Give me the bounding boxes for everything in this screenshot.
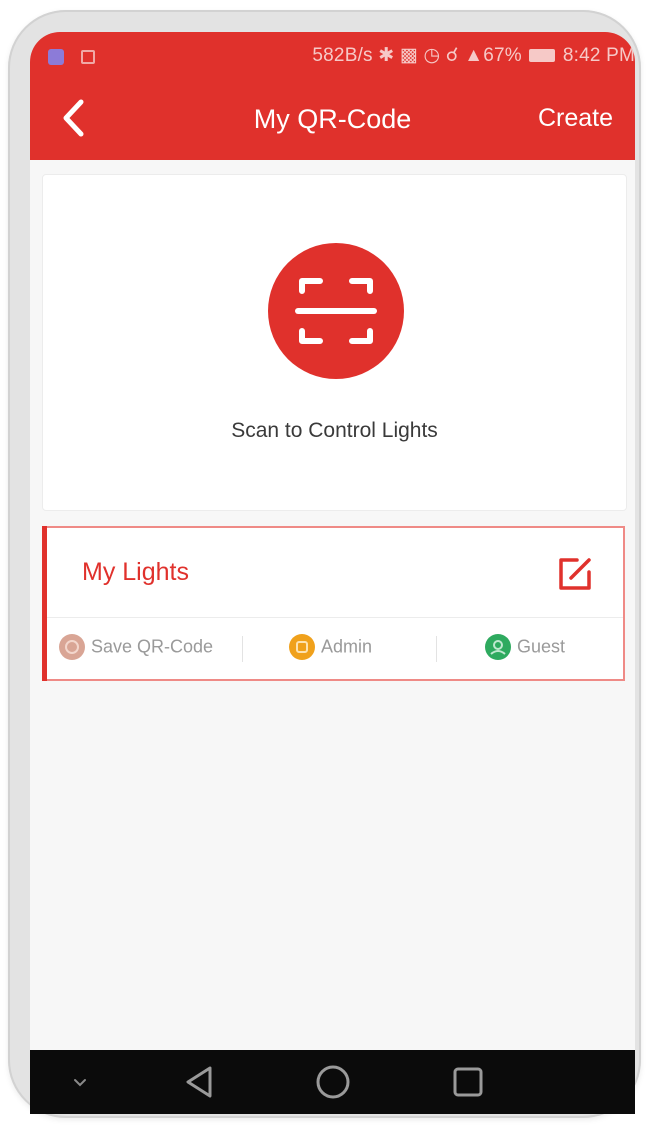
bluetooth-icon: ✱ [378, 45, 395, 66]
edit-button[interactable] [557, 556, 593, 592]
network-speed: 582B/s [312, 45, 373, 66]
scan-label: Scan to Control Lights [231, 419, 438, 442]
nav-home-button[interactable] [311, 1050, 355, 1114]
my-lights-card: My Lights Save QR-Code Admin Guest [42, 526, 625, 681]
status-bar: 582B/s ✱ ▩ ◷ ☌ ▲67% 8:42 PM [30, 32, 635, 82]
scan-card: Scan to Control Lights [42, 174, 627, 511]
notification-dot-icon [81, 49, 96, 64]
recents-square-icon [453, 1067, 483, 1097]
edit-icon [559, 558, 591, 590]
alarm-icon: ◷ [423, 45, 441, 66]
app-topbar: 582B/s ✱ ▩ ◷ ☌ ▲67% 8:42 PM My QR-Code C… [30, 32, 635, 160]
my-lights-title: My Lights [82, 558, 189, 586]
guest-button[interactable]: Guest [485, 634, 565, 664]
nav-back-button[interactable] [178, 1050, 222, 1114]
clock: 8:42 PM [562, 45, 635, 66]
save-icon [59, 634, 85, 660]
nav-recents-button[interactable] [446, 1050, 490, 1114]
scan-qr-button[interactable] [268, 243, 404, 379]
admin-label: Admin [321, 636, 373, 657]
nav-header: My QR-Code Create [30, 82, 635, 160]
signal-icon: ▲ [464, 45, 484, 66]
guest-icon [485, 634, 511, 660]
battery-percent: 67% [483, 45, 522, 66]
status-left-icons [48, 46, 96, 68]
save-qr-code-label: Save QR-Code [91, 636, 214, 657]
app-screen: 582B/s ✱ ▩ ◷ ☌ ▲67% 8:42 PM My QR-Code C… [30, 32, 635, 1114]
status-right: 582B/s ✱ ▩ ◷ ☌ ▲67% 8:42 PM [312, 44, 635, 67]
action-separator [436, 636, 437, 662]
home-circle-icon [316, 1065, 350, 1099]
headset-icon: ☌ [445, 45, 459, 66]
vibrate-icon: ▩ [399, 45, 418, 66]
qr-scan-icon [295, 278, 377, 344]
lights-action-row: Save QR-Code Admin Guest [47, 618, 623, 679]
app-notification-icon [48, 48, 64, 65]
chevron-down-icon [74, 1079, 86, 1087]
guest-label: Guest [517, 636, 566, 657]
hide-nav-button[interactable] [60, 1050, 100, 1114]
action-separator [242, 636, 243, 662]
battery-icon [529, 49, 556, 63]
save-qr-code-button[interactable]: Save QR-Code [59, 634, 213, 664]
admin-icon [289, 634, 315, 660]
admin-button[interactable]: Admin [289, 634, 372, 664]
create-button[interactable]: Create [538, 104, 613, 133]
system-nav-bar [30, 1050, 635, 1114]
back-triangle-icon [186, 1066, 212, 1098]
phone-frame: 582B/s ✱ ▩ ◷ ☌ ▲67% 8:42 PM My QR-Code C… [8, 10, 641, 1118]
